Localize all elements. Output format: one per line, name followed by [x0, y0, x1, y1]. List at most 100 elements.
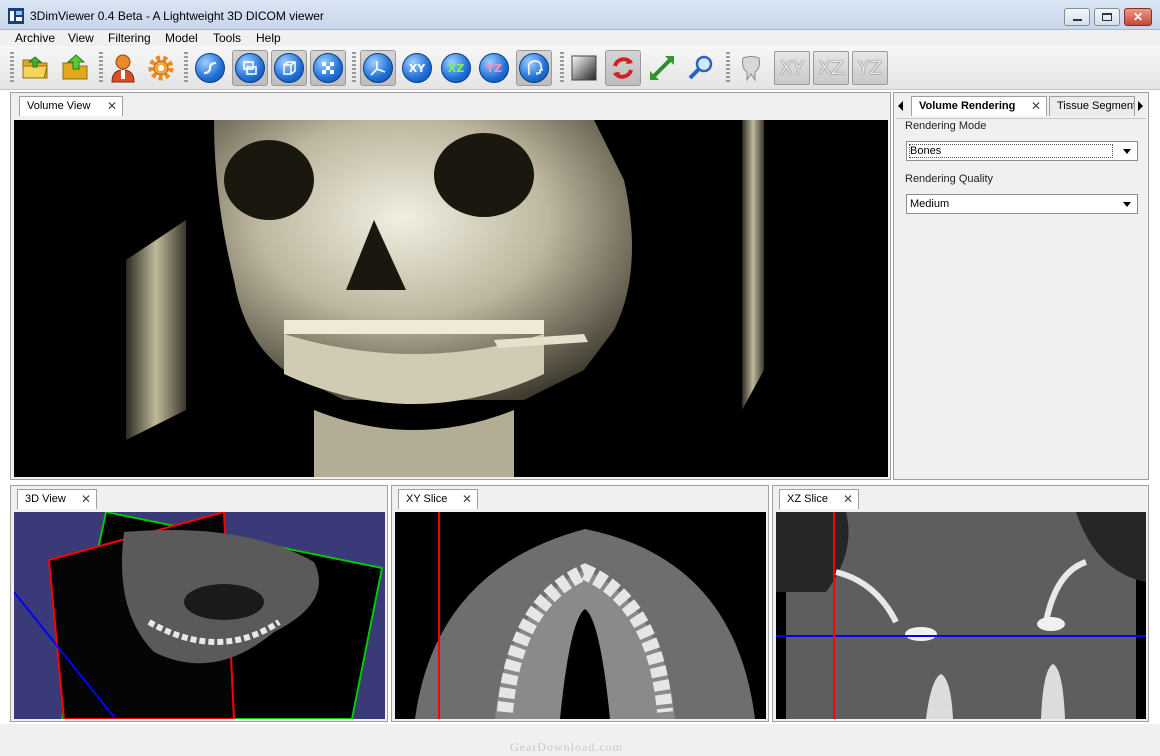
main-toolbar: XY XZ YZ XY XZ YZ: [0, 46, 1160, 90]
xy-slice-button[interactable]: XY: [773, 50, 811, 86]
save-button[interactable]: [58, 50, 94, 86]
minimize-button[interactable]: [1064, 8, 1090, 26]
xy-slice-viewport[interactable]: [395, 512, 766, 719]
close-icon[interactable]: ✕: [107, 100, 117, 112]
rendering-quality-label: Rendering Quality: [905, 173, 994, 185]
menu-filtering[interactable]: Filtering: [108, 30, 151, 46]
tab-label: Tissue Segment: [1057, 100, 1135, 112]
tab-3d-view[interactable]: 3D View ✕: [17, 489, 97, 509]
tab-label: XZ Slice: [787, 493, 828, 505]
tab-volume-rendering[interactable]: Volume Rendering ✕: [911, 96, 1047, 116]
tab-xy-slice[interactable]: XY Slice ✕: [398, 489, 478, 509]
user-icon: [111, 54, 135, 83]
close-icon[interactable]: ✕: [81, 493, 91, 505]
xz-slice-image: [776, 512, 1146, 719]
maximize-icon: [1102, 13, 1112, 21]
tab-volume-view[interactable]: Volume View ✕: [19, 96, 123, 116]
yz-slice-label: YZ: [852, 51, 888, 85]
window-layout-icon: [235, 53, 265, 83]
cube-button[interactable]: [271, 50, 307, 86]
watermark: GearDownload.com: [510, 740, 623, 754]
tab-xz-slice[interactable]: XZ Slice ✕: [779, 489, 859, 509]
save-export-icon: [62, 54, 88, 80]
close-icon: ✕: [1132, 10, 1144, 24]
menu-archive[interactable]: Archive: [15, 30, 55, 46]
rendering-options: Rendering Mode Bones Rendering Quality M…: [896, 118, 1146, 224]
volume-render-viewport[interactable]: [14, 120, 888, 477]
xz-slice-label: XZ: [813, 51, 849, 85]
user-button[interactable]: [105, 50, 141, 86]
title-bar: 3DimViewer 0.4 Beta - A Lightweight 3D D…: [0, 0, 1160, 30]
tooth-button[interactable]: [733, 50, 769, 86]
tab-label: XY Slice: [406, 493, 448, 505]
zoom-extents-icon: [649, 55, 675, 81]
toolbar-grip[interactable]: [184, 52, 188, 84]
gradient-icon: [571, 55, 597, 81]
volume-view-panel: Volume View ✕: [10, 92, 891, 480]
xz-label: XZ: [441, 53, 471, 83]
maximize-button[interactable]: [1094, 8, 1120, 26]
open-folder-icon: [22, 56, 48, 79]
menu-bar: Archive View Filtering Model Tools Help: [0, 30, 1160, 46]
rendering-quality-select[interactable]: Medium: [906, 194, 1138, 214]
toolbar-grip[interactable]: [352, 52, 356, 84]
curve-button[interactable]: [192, 50, 228, 86]
xz-view-button[interactable]: XZ: [438, 50, 474, 86]
close-button[interactable]: ✕: [1124, 8, 1152, 26]
app-icon: [8, 8, 24, 24]
refresh-icon: [613, 57, 633, 79]
yz-view-button[interactable]: YZ: [476, 50, 512, 86]
axes-button[interactable]: [360, 50, 396, 86]
xy-slice-image: [415, 512, 755, 719]
menu-view[interactable]: View: [68, 30, 94, 46]
menu-model[interactable]: Model: [165, 30, 198, 46]
layout-button[interactable]: [232, 50, 268, 86]
tab-scroll-right-icon[interactable]: [1138, 101, 1143, 111]
xz-slice-panel: XZ Slice ✕: [772, 485, 1149, 722]
head-view-button[interactable]: [516, 50, 552, 86]
menu-help[interactable]: Help: [256, 30, 281, 46]
xz-slice-viewport[interactable]: [776, 512, 1146, 719]
3d-viewport[interactable]: [14, 512, 385, 719]
chevron-down-icon: [1123, 202, 1131, 207]
open-button[interactable]: [18, 50, 54, 86]
window-title: 3DimViewer 0.4 Beta - A Lightweight 3D D…: [30, 9, 324, 23]
close-icon[interactable]: ✕: [843, 493, 853, 505]
xy-label: XY: [402, 53, 432, 83]
yz-slice-button[interactable]: YZ: [851, 50, 889, 86]
checker-icon: [313, 53, 343, 83]
close-icon[interactable]: ✕: [462, 493, 472, 505]
xy-slice-label: XY: [774, 51, 810, 85]
xz-slice-button[interactable]: XZ: [812, 50, 850, 86]
refresh-button[interactable]: [605, 50, 641, 86]
3d-slice-planes: [14, 512, 384, 719]
chevron-down-icon: [1123, 149, 1131, 154]
toolbar-grip[interactable]: [10, 52, 14, 84]
tooth-icon: [742, 56, 760, 82]
zoom-button[interactable]: [683, 50, 719, 86]
tab-scroll-left-icon[interactable]: [898, 101, 903, 111]
3d-view-panel: 3D View ✕: [10, 485, 388, 722]
zoom-extents-button[interactable]: [644, 50, 680, 86]
curve-icon: [195, 53, 225, 83]
checker-button[interactable]: [310, 50, 346, 86]
toolbar-grip[interactable]: [99, 52, 103, 84]
tab-tissue-segmentation[interactable]: Tissue Segment: [1049, 96, 1135, 116]
rendering-mode-label: Rendering Mode: [905, 120, 987, 132]
side-panel: Volume Rendering ✕ Tissue Segment Render…: [893, 92, 1149, 480]
xy-slice-panel: XY Slice ✕: [391, 485, 769, 722]
rendering-mode-select[interactable]: Bones: [906, 141, 1138, 161]
gear-icon: [148, 55, 174, 81]
gradient-button[interactable]: [566, 50, 602, 86]
menu-tools[interactable]: Tools: [213, 30, 241, 46]
minimize-icon: [1072, 19, 1082, 21]
xy-view-button[interactable]: XY: [399, 50, 435, 86]
settings-button[interactable]: [143, 50, 179, 86]
toolbar-grip[interactable]: [560, 52, 564, 84]
toolbar-grip[interactable]: [726, 52, 730, 84]
yz-label: YZ: [479, 53, 509, 83]
close-icon[interactable]: ✕: [1031, 100, 1041, 112]
cube-icon: [274, 53, 304, 83]
tab-label: 3D View: [25, 493, 66, 505]
head-icon: [519, 53, 549, 83]
